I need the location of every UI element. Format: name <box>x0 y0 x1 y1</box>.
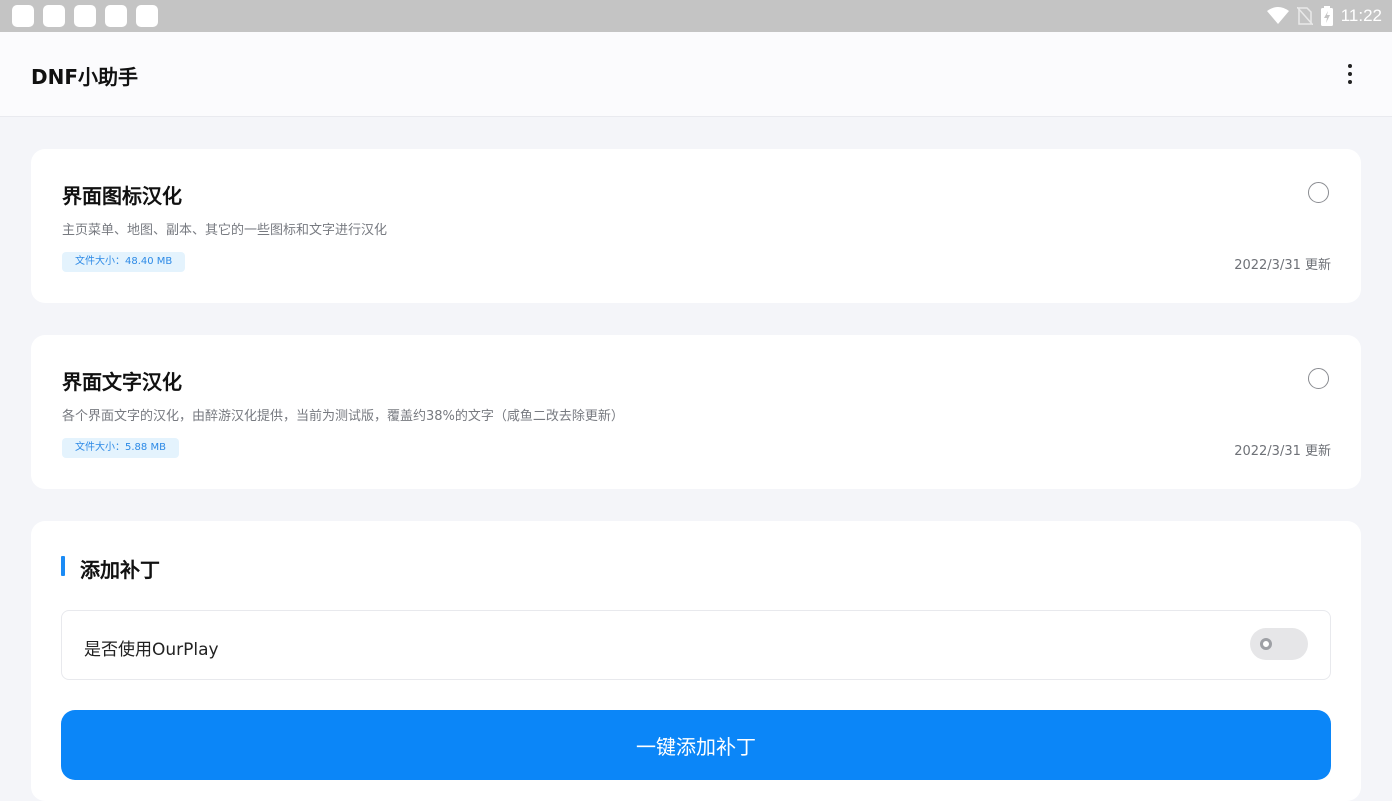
patch-description: 主页菜单、地图、副本、其它的一些图标和文字进行汉化 <box>62 223 388 238</box>
ourplay-toggle[interactable] <box>1250 628 1308 660</box>
update-date: 2022/3/31 更新 <box>1234 444 1331 459</box>
select-radio[interactable] <box>1308 182 1329 203</box>
notification-icons <box>12 5 158 27</box>
battery-charging-icon <box>1320 6 1333 26</box>
wifi-icon <box>1266 7 1289 24</box>
app-title: DNF小助手 <box>31 65 139 89</box>
notification-icon <box>12 5 34 27</box>
patch-card-text[interactable]: 界面文字汉化 各个界面文字的汉化，由醉游汉化提供，当前为测试版，覆盖约38%的文… <box>31 335 1361 489</box>
section-title: 添加补丁 <box>80 558 160 582</box>
add-patch-section: 添加补丁 是否使用OurPlay 一键添加补丁 <box>31 521 1361 801</box>
toggle-knob <box>1260 638 1272 650</box>
notification-icon <box>136 5 158 27</box>
no-sim-icon <box>1296 7 1313 25</box>
status-icons: 11:22 <box>1266 0 1382 32</box>
add-patch-button[interactable]: 一键添加补丁 <box>61 710 1331 780</box>
clock: 11:22 <box>1340 6 1382 25</box>
notification-icon <box>105 5 127 27</box>
patch-title: 界面图标汉化 <box>62 184 182 208</box>
notification-icon <box>43 5 65 27</box>
status-bar: 11:22 <box>0 0 1392 32</box>
update-date: 2022/3/31 更新 <box>1234 258 1331 273</box>
file-size-badge: 文件大小：5.88 MB <box>62 438 179 458</box>
notification-icon <box>74 5 96 27</box>
patch-card-icons[interactable]: 界面图标汉化 主页菜单、地图、副本、其它的一些图标和文字进行汉化 文件大小：48… <box>31 149 1361 303</box>
patch-title: 界面文字汉化 <box>62 370 182 394</box>
app-bar: DNF小助手 <box>0 32 1392 117</box>
patch-description: 各个界面文字的汉化，由醉游汉化提供，当前为测试版，覆盖约38%的文字（咸鱼二改去… <box>62 409 624 424</box>
select-radio[interactable] <box>1308 368 1329 389</box>
more-vert-icon[interactable] <box>1336 58 1364 90</box>
ourplay-label: 是否使用OurPlay <box>84 640 219 660</box>
section-accent-bar <box>61 556 65 576</box>
file-size-badge: 文件大小：48.40 MB <box>62 252 186 272</box>
ourplay-option-row: 是否使用OurPlay <box>61 610 1331 680</box>
